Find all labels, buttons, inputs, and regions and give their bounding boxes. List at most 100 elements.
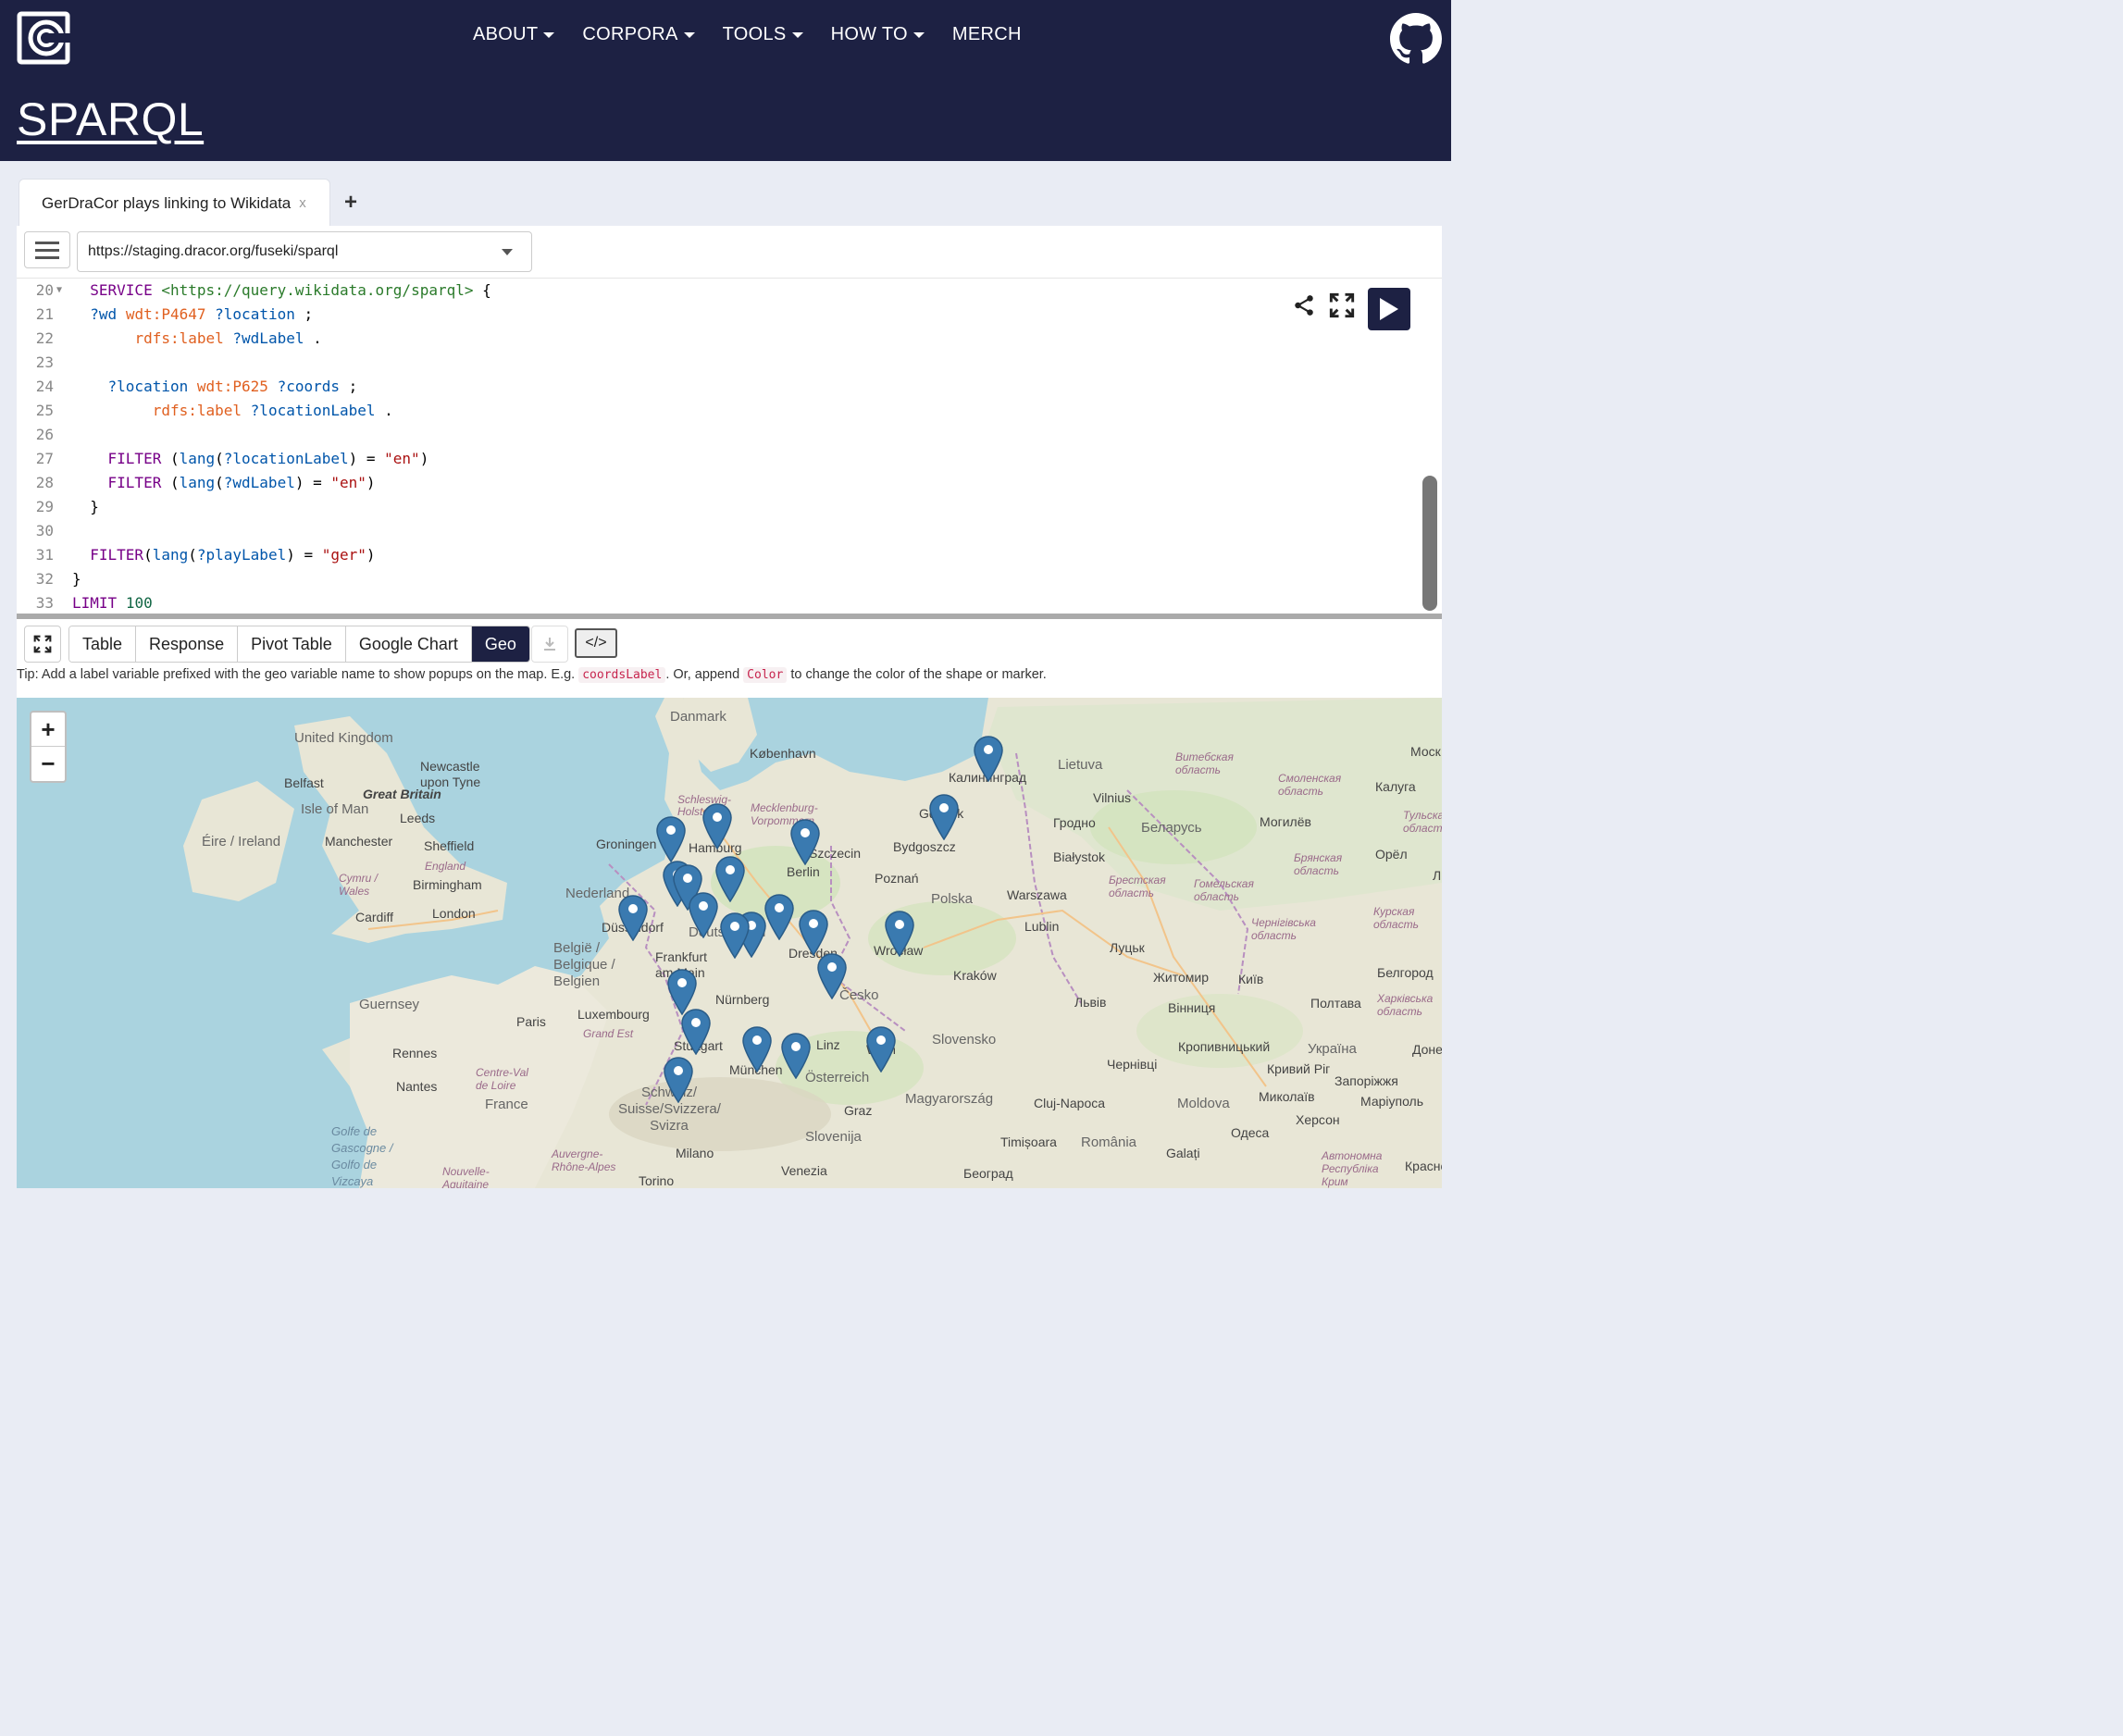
view-response-button[interactable]: Response: [136, 626, 239, 662]
map-marker-icon[interactable]: [799, 910, 828, 956]
map-label: Автономна Республіка Крим: [1322, 1149, 1383, 1188]
map-marker-icon[interactable]: [656, 816, 686, 862]
line-number: 23: [35, 353, 54, 371]
editor-scrollbar[interactable]: [1422, 476, 1437, 611]
view-google-chart-button[interactable]: Google Chart: [345, 626, 472, 662]
map-label: Nantes: [396, 1079, 438, 1094]
map-marker-icon[interactable]: [720, 912, 750, 959]
map-label: Кропивницький: [1178, 1039, 1271, 1054]
map-label: Danmark: [670, 709, 726, 725]
view-pivot-table-button[interactable]: Pivot Table: [238, 626, 346, 662]
map-marker-icon[interactable]: [742, 1026, 772, 1073]
map-label: United Kingdom: [294, 730, 393, 746]
map-label: Birmingham: [413, 877, 482, 892]
map-marker-icon[interactable]: [618, 895, 648, 941]
tip-text: . Or, append: [665, 667, 740, 682]
map-label: Брестская область: [1109, 874, 1166, 899]
nav-tools[interactable]: TOOLS: [723, 24, 803, 45]
map-label: Isle of Man: [301, 801, 369, 817]
map-label: Гродно: [1053, 815, 1096, 830]
map-label: Galați: [1166, 1146, 1200, 1160]
line-number: 24: [35, 378, 54, 395]
share-icon[interactable]: [1292, 293, 1316, 317]
nav-merch-label: MERCH: [951, 24, 1022, 44]
add-tab-button[interactable]: +: [344, 190, 357, 216]
map-label: Брянская область: [1294, 851, 1343, 877]
endpoint-select[interactable]: https://staging.dracor.org/fuseki/sparql: [77, 231, 532, 272]
chevron-down-icon: [502, 249, 513, 255]
line-number: 27: [35, 450, 54, 467]
map-marker-icon[interactable]: [929, 794, 959, 840]
show-code-button[interactable]: </>: [575, 628, 617, 658]
endpoint-url: https://staging.dracor.org/fuseki/sparql: [88, 243, 339, 259]
map-label: Могилёв: [1260, 814, 1311, 829]
map-label: Харківська область: [1377, 992, 1434, 1018]
map-label: Slovensko: [932, 1032, 997, 1048]
expand-results-button[interactable]: [24, 626, 61, 663]
chevron-down-icon: [913, 31, 925, 38]
map-marker-icon[interactable]: [817, 953, 847, 999]
chevron-down-icon: [683, 31, 695, 38]
map-label: Вінниця: [1168, 1000, 1216, 1015]
view-geo-button[interactable]: Geo: [471, 626, 529, 662]
map-label: Lublin: [1024, 919, 1060, 934]
map-marker-icon[interactable]: [764, 894, 794, 940]
map-label: Моск: [1410, 744, 1441, 759]
download-button[interactable]: [531, 626, 568, 663]
map-label: Golfe de Gascogne / Golfo de Vizcaya: [331, 1124, 393, 1188]
fullscreen-icon[interactable]: [1329, 292, 1355, 318]
map-marker-icon[interactable]: [790, 819, 820, 865]
run-query-button[interactable]: [1368, 288, 1410, 330]
map-label: Чернівці: [1107, 1057, 1158, 1072]
nav-corpora[interactable]: CORPORA: [582, 24, 695, 45]
map-label: Орёл: [1375, 847, 1408, 862]
map-label: Berlin: [787, 864, 820, 879]
map-label: Guernsey: [359, 997, 420, 1012]
map-label: Graz: [844, 1103, 873, 1118]
map-marker-icon[interactable]: [702, 803, 732, 849]
map-label: Sheffield: [424, 838, 475, 853]
map-label: Slovenija: [805, 1129, 862, 1145]
map-marker-icon[interactable]: [866, 1026, 896, 1073]
line-number: 32: [35, 570, 54, 588]
map-marker-icon[interactable]: [715, 856, 745, 902]
fold-arrow-icon[interactable]: ▼: [56, 279, 62, 303]
tip-text: Tip: Add a label variable prefixed with …: [17, 667, 576, 682]
map-label: Grand Est: [583, 1027, 634, 1040]
page-title[interactable]: SPARQL: [17, 93, 204, 146]
main-nav: ABOUT CORPORA TOOLS HOW TO MERCH: [473, 24, 1022, 45]
query-panel: https://staging.dracor.org/fuseki/sparql…: [17, 226, 1442, 1188]
nav-howto[interactable]: HOW TO: [831, 24, 925, 45]
map-marker-icon[interactable]: [781, 1033, 811, 1079]
view-table-button[interactable]: Table: [69, 626, 137, 662]
map-label: Linz: [816, 1037, 840, 1052]
menu-button[interactable]: [24, 231, 70, 268]
map-label: Смоленская область: [1278, 772, 1342, 798]
map-label: Кривий Ріг: [1267, 1061, 1331, 1076]
map-label: Vilnius: [1093, 790, 1131, 805]
map-marker-icon[interactable]: [885, 911, 914, 957]
dracor-logo-icon[interactable]: [17, 11, 70, 65]
zoom-in-button[interactable]: +: [31, 713, 65, 747]
nav-merch[interactable]: MERCH: [952, 24, 1022, 45]
geo-map[interactable]: + − United Kingdom Great Britain Éire / …: [17, 698, 1442, 1188]
map-label: Lietuva: [1058, 757, 1103, 773]
map-marker-icon[interactable]: [664, 1057, 693, 1103]
zoom-out-button[interactable]: −: [31, 747, 65, 781]
map-label: Centre-Val de Loire: [476, 1066, 528, 1092]
github-icon[interactable]: [1390, 13, 1442, 65]
map-marker-icon[interactable]: [974, 736, 1003, 782]
map-label: Житомир: [1153, 970, 1210, 985]
map-marker-icon[interactable]: [689, 892, 718, 938]
map-marker-icon[interactable]: [681, 1009, 711, 1055]
nav-about[interactable]: ABOUT: [473, 24, 555, 45]
query-editor[interactable]: 20 ▼ SERVICE <https://query.wikidata.org/…: [17, 278, 1442, 613]
tab-query[interactable]: GerDraCor plays linking to Wikidata x: [19, 179, 330, 227]
map-label: Bydgoszcz: [893, 839, 956, 854]
map-label: Magyarország: [905, 1091, 994, 1107]
map-label: København: [750, 746, 816, 761]
map-label: Маріуполь: [1360, 1094, 1424, 1109]
fullscreen-icon: [33, 635, 52, 653]
editor-resize-handle[interactable]: [17, 614, 1442, 619]
close-icon[interactable]: x: [299, 195, 306, 211]
